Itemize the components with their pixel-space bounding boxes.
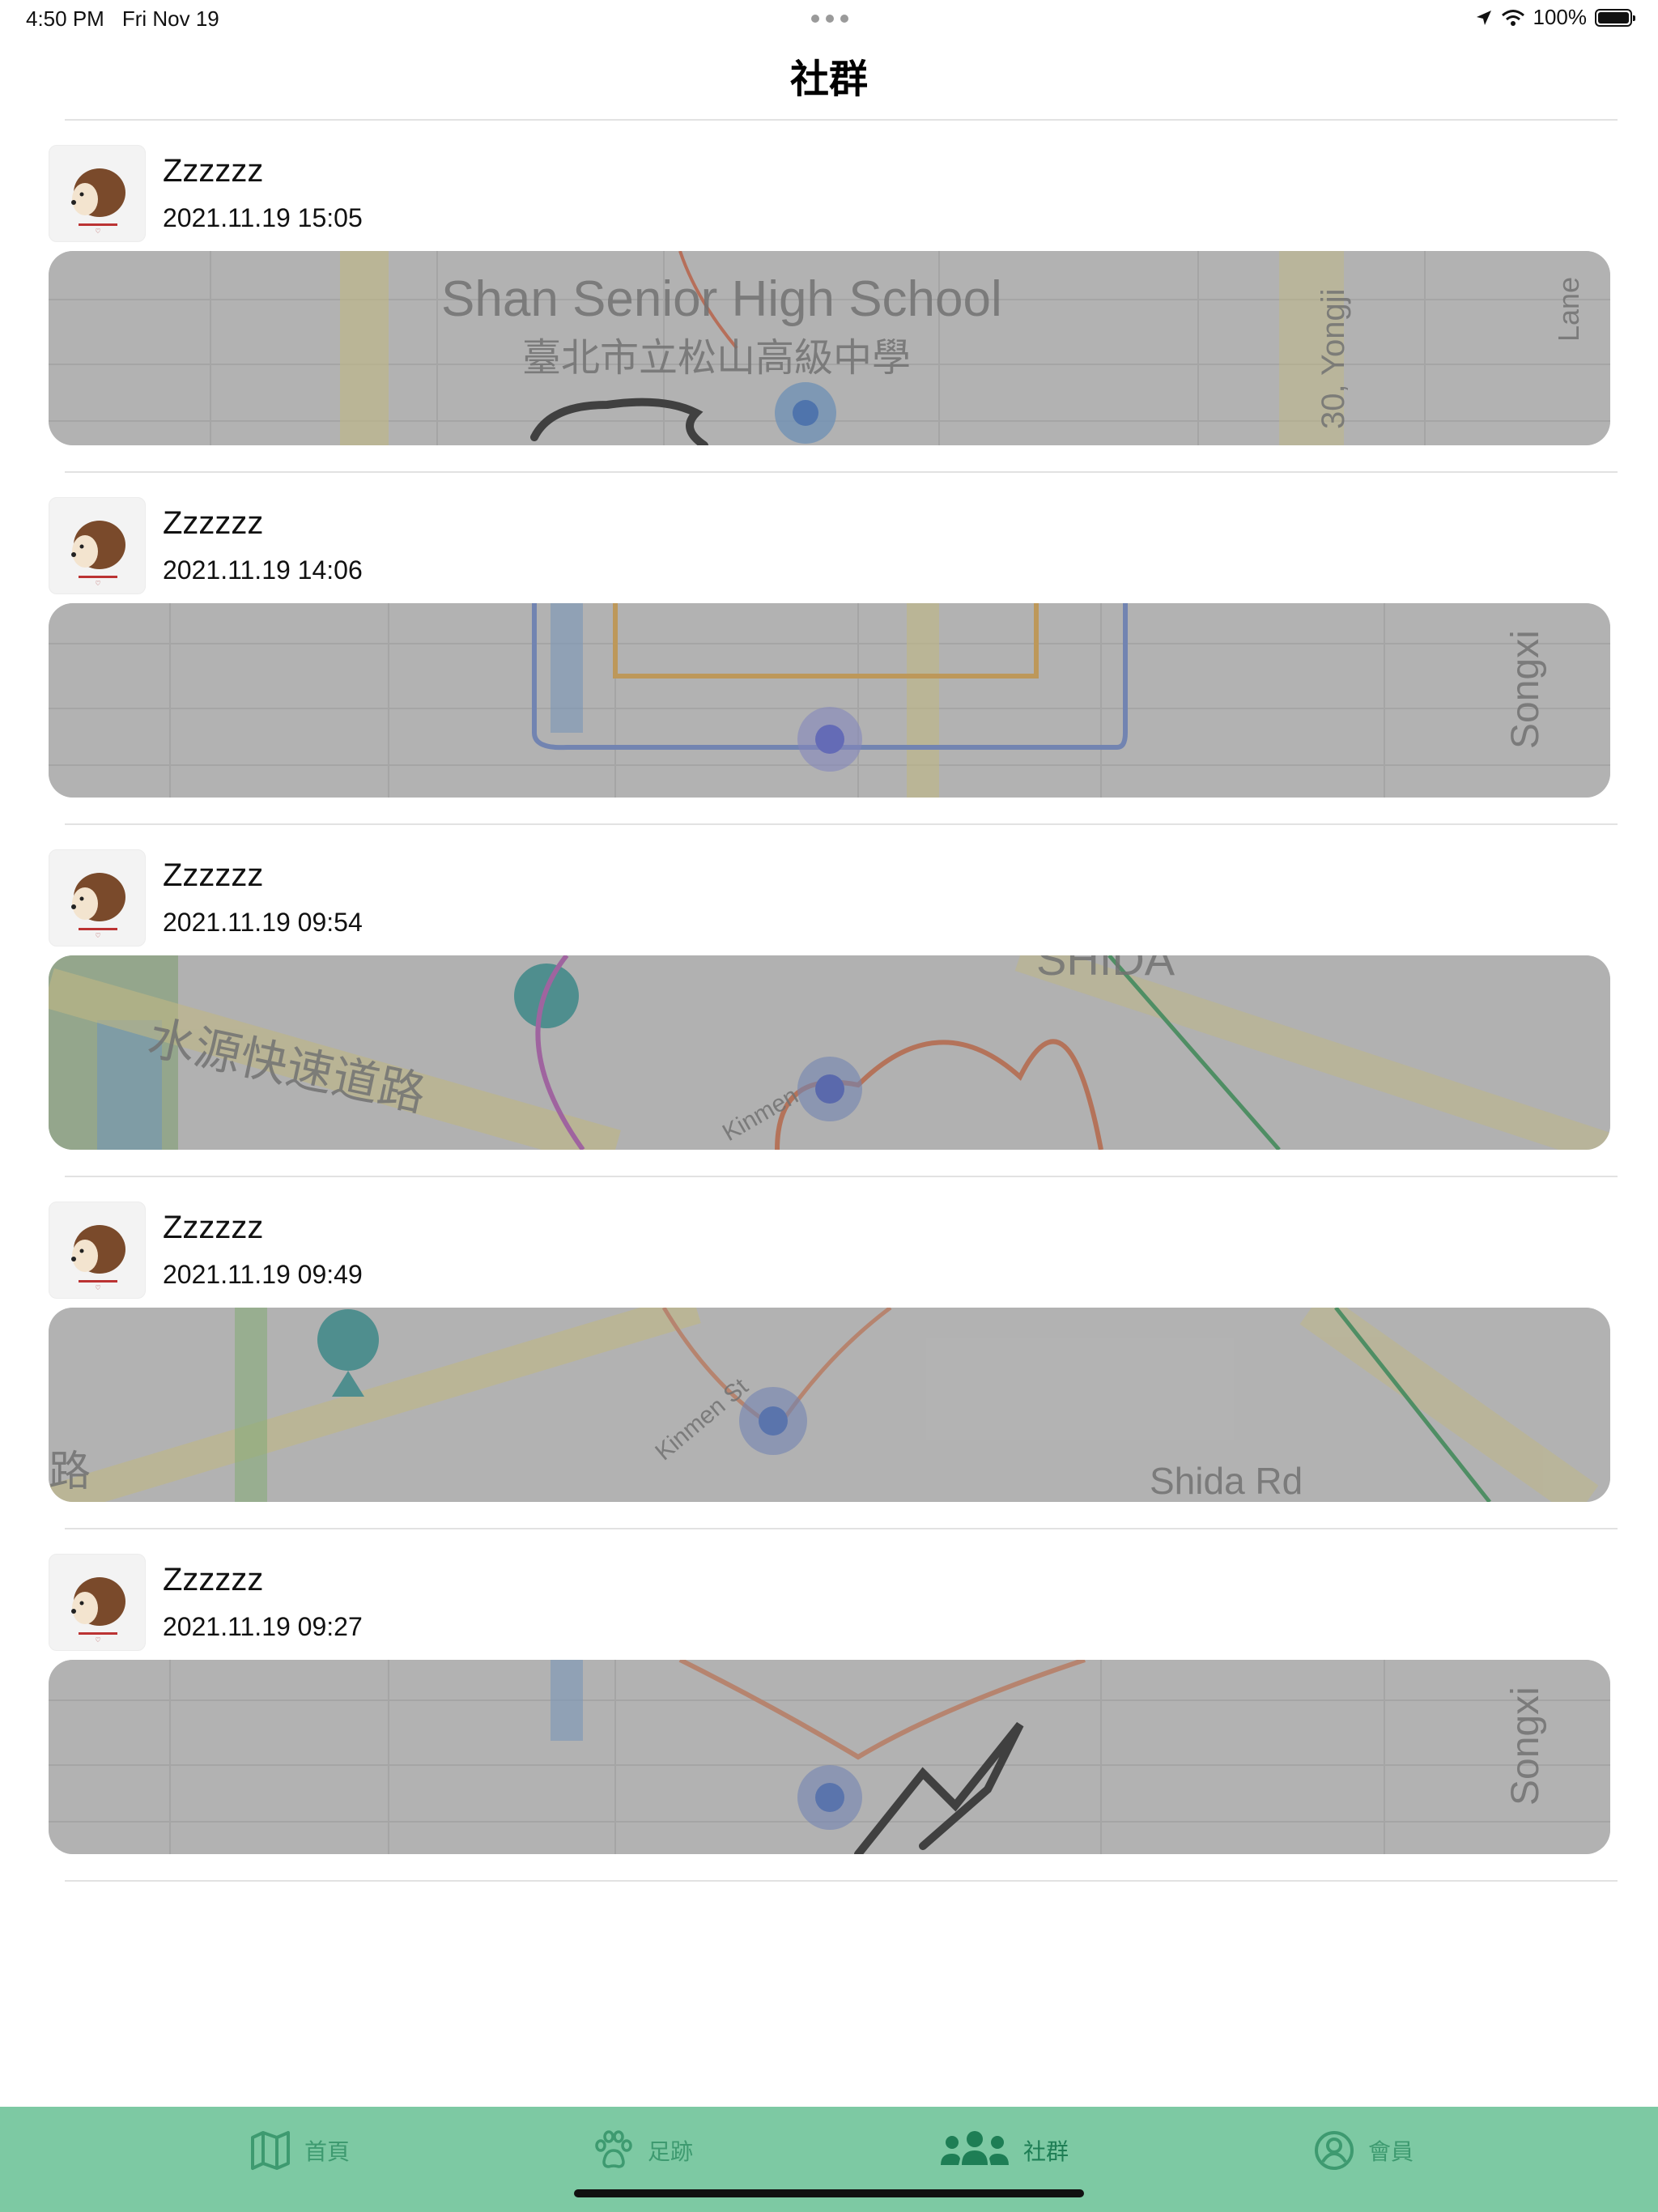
tab-home[interactable]: 首頁 (249, 2129, 350, 2172)
map-label: Songxi (1504, 1687, 1547, 1806)
avatar[interactable]: ♡ (49, 1202, 146, 1299)
post-timestamp: 2021.11.19 15:05 (163, 203, 363, 232)
map-label: 30, Yongji (1316, 288, 1351, 429)
people-icon (941, 2131, 1009, 2165)
map-image: 水源快速道路 SHIDA Kinmen (49, 955, 1610, 1150)
tab-label: 會員 (1368, 2139, 1414, 2164)
post-divider (65, 1880, 1618, 1882)
route-map-preview[interactable]: 水源快速道路 SHIDA Kinmen (49, 955, 1610, 1150)
map-label: 路 (49, 1448, 91, 1495)
hedgehog-avatar-icon: ♡ (71, 873, 125, 939)
svg-text:♡: ♡ (95, 1636, 100, 1644)
wifi-icon (1501, 9, 1524, 26)
map-icon (251, 2131, 290, 2170)
tab-label: 足跡 (648, 2139, 694, 2164)
map-label: SHIDA (1036, 955, 1175, 985)
map-image: Songxi (49, 1660, 1610, 1854)
post-username: Zzzzzz (163, 1210, 264, 1245)
map-label: Shida Rd (1150, 1460, 1303, 1502)
svg-text:♡: ♡ (95, 932, 100, 939)
status-right: 100% (1475, 5, 1635, 30)
map-image: 路 Kinmen St Shida Rd (49, 1308, 1610, 1502)
feed-post[interactable]: ♡ Zzzzzz 2021.11.19 09:54 水源快速道路 SHIDA K… (0, 825, 1658, 1177)
home-indicator[interactable] (574, 2189, 1084, 2197)
feed-post[interactable]: ♡ Zzzzzz 2021.11.19 09:49 路 Kinmen St Sh… (0, 1177, 1658, 1529)
hedgehog-avatar-icon: ♡ (71, 1577, 125, 1644)
map-label: Shan Senior High School (441, 271, 1002, 327)
hedgehog-avatar-icon: ♡ (71, 521, 125, 587)
post-username: Zzzzzz (163, 505, 264, 541)
community-feed[interactable]: ♡ Zzzzzz 2021.11.19 15:05 Shan Senior Hi… (0, 121, 1658, 1882)
tab-member[interactable]: 會員 (1313, 2129, 1414, 2172)
status-time: 4:50 PM (26, 6, 104, 31)
map-image: Shan Senior High School 臺北市立松山高級中學 30, Y… (49, 251, 1610, 445)
status-left: 4:50 PM Fri Nov 19 (26, 6, 219, 32)
tab-label: 首頁 (304, 2139, 351, 2164)
map-label: 臺北市立松山高級中學 (522, 337, 911, 380)
svg-text:♡: ♡ (95, 580, 100, 587)
svg-text:♡: ♡ (95, 228, 100, 235)
status-bar: 4:50 PM Fri Nov 19 100% (0, 0, 1658, 39)
route-map-preview[interactable]: 路 Kinmen St Shida Rd (49, 1308, 1610, 1502)
page-title: 社群 (789, 58, 868, 101)
feed-post[interactable]: ♡ Zzzzzz 2021.11.19 09:27 Songxi (0, 1529, 1658, 1882)
map-label: Songxi (1504, 630, 1547, 749)
battery-percent: 100% (1533, 5, 1588, 29)
paw-icon (595, 2130, 632, 2168)
avatar[interactable]: ♡ (49, 849, 146, 946)
person-circle-icon (1315, 2131, 1354, 2170)
route-map-preview[interactable]: Songxi (49, 1660, 1610, 1854)
post-timestamp: 2021.11.19 09:27 (163, 1612, 363, 1641)
battery-icon (1595, 8, 1635, 27)
route-map-preview[interactable]: Shan Senior High School 臺北市立松山高級中學 30, Y… (49, 251, 1610, 445)
hedgehog-avatar-icon: ♡ (71, 168, 125, 235)
post-timestamp: 2021.11.19 09:49 (163, 1260, 363, 1289)
status-date: Fri Nov 19 (121, 6, 219, 31)
post-timestamp: 2021.11.19 14:06 (163, 555, 363, 585)
tab-community[interactable]: 社群 (939, 2129, 1069, 2172)
map-image: Songxi (49, 603, 1610, 798)
map-label: Lane (1552, 277, 1585, 342)
location-arrow-icon (1476, 10, 1491, 25)
avatar[interactable]: ♡ (49, 1554, 146, 1651)
hedgehog-avatar-icon: ♡ (71, 1225, 125, 1291)
tab-label: 社群 (1023, 2139, 1069, 2164)
avatar[interactable]: ♡ (49, 497, 146, 594)
feed-post[interactable]: ♡ Zzzzzz 2021.11.19 14:06 Songxi (0, 473, 1658, 825)
feed-post[interactable]: ♡ Zzzzzz 2021.11.19 15:05 Shan Senior Hi… (0, 121, 1658, 473)
route-map-preview[interactable]: Songxi (49, 603, 1610, 798)
post-timestamp: 2021.11.19 09:54 (163, 908, 363, 937)
avatar[interactable]: ♡ (49, 145, 146, 242)
post-username: Zzzzzz (163, 1562, 264, 1597)
post-username: Zzzzzz (163, 857, 264, 893)
tab-footprints[interactable]: 足跡 (593, 2129, 693, 2172)
multitasking-dots-icon[interactable] (811, 15, 848, 23)
post-username: Zzzzzz (163, 153, 264, 189)
svg-text:♡: ♡ (95, 1284, 100, 1291)
